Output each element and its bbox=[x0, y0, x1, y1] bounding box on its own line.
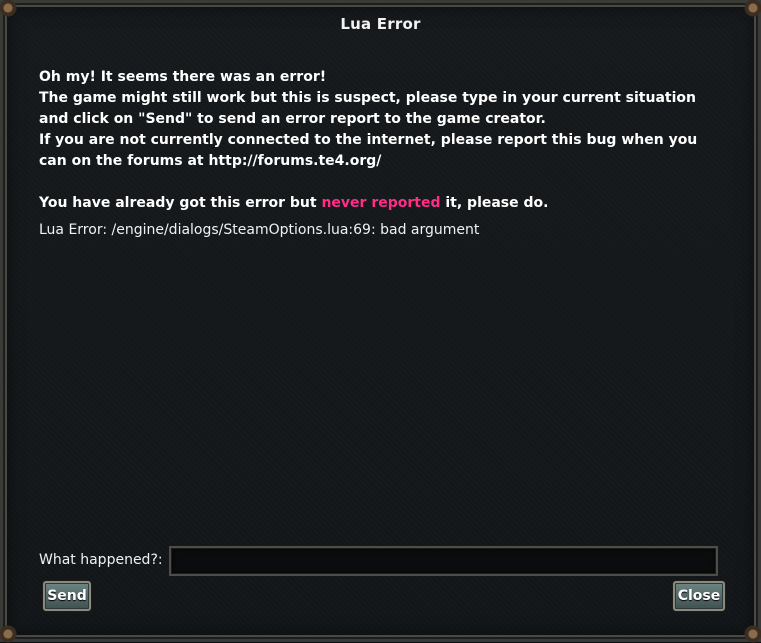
lua-error-dialog: Lua Error Oh my! It seems there was an e… bbox=[0, 0, 761, 643]
error-message: Oh my! It seems there was an error! The … bbox=[39, 67, 729, 214]
never-reported-highlight: never reported bbox=[321, 195, 441, 211]
what-happened-input[interactable] bbox=[169, 546, 718, 576]
what-happened-label: What happened?: bbox=[39, 552, 163, 568]
already-reported-notice: You have already got this error but neve… bbox=[39, 193, 729, 214]
notice-suffix: it, please do. bbox=[440, 195, 549, 211]
lua-error-text: Lua Error: /engine/dialogs/SteamOptions.… bbox=[39, 222, 480, 238]
message-line: Oh my! It seems there was an error! bbox=[39, 69, 327, 85]
message-line: can on the forums at http://forums.te4.o… bbox=[39, 153, 382, 169]
corner-ornament-icon bbox=[744, 625, 761, 643]
message-line: The game might still work but this is su… bbox=[39, 90, 696, 106]
send-button[interactable]: Send bbox=[43, 581, 91, 611]
message-line: If you are not currently connected to th… bbox=[39, 132, 698, 148]
dialog-title: Lua Error bbox=[340, 15, 421, 33]
corner-ornament-icon bbox=[0, 625, 17, 643]
message-line: and click on "Send" to send an error rep… bbox=[39, 111, 546, 127]
notice-prefix: You have already got this error but bbox=[39, 195, 322, 211]
close-button[interactable]: Close bbox=[673, 581, 725, 611]
